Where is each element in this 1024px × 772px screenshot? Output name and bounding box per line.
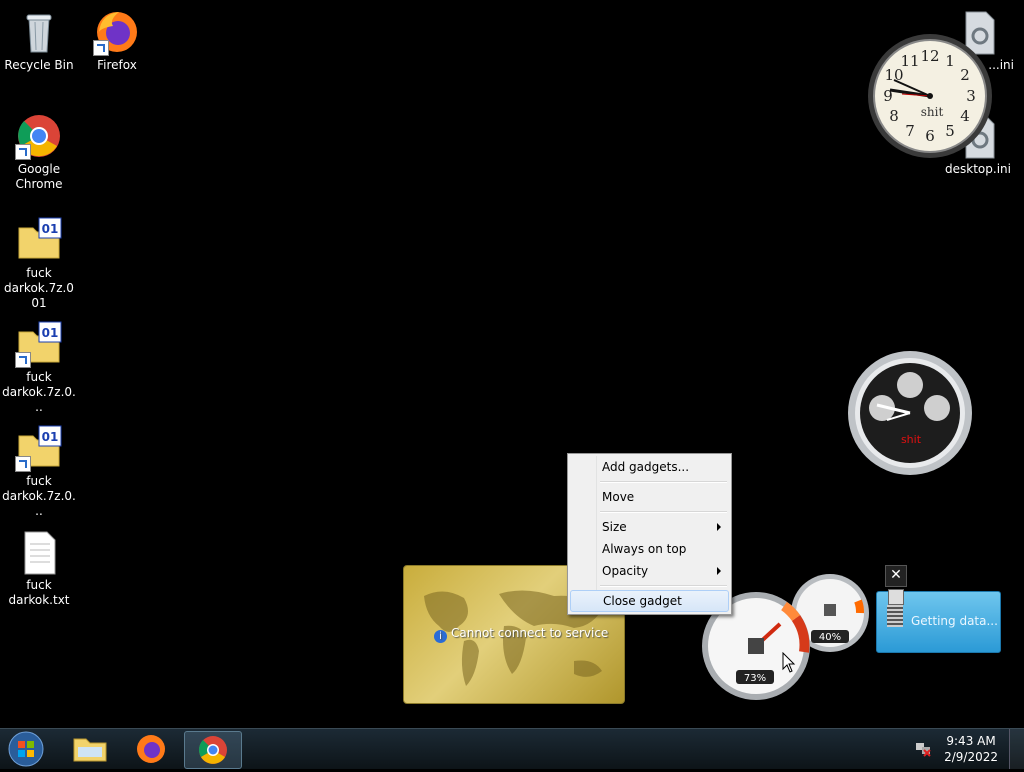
textfile-label: fuck darkok.txt	[8, 578, 70, 607]
desktop-icon-textfile[interactable]: fuck darkok.txt	[1, 528, 77, 608]
recycle-bin-label: Recycle Bin	[4, 58, 74, 72]
svg-text:01: 01	[42, 222, 59, 236]
desktop-icon-archive-3[interactable]: 01 fuck darkok.7z.0...	[1, 424, 77, 519]
menu-separator	[600, 585, 727, 587]
desktop-icon-firefox[interactable]: Firefox	[79, 8, 155, 73]
clock-num-8: 8	[889, 107, 899, 125]
feed-status: Getting data...	[911, 614, 998, 628]
desktop-icon-recycle-bin[interactable]: Recycle Bin	[1, 8, 77, 73]
archive-2-label: fuck darkok.7z.0...	[2, 370, 76, 414]
chrome-icon	[199, 736, 227, 764]
clock-num-1: 1	[945, 52, 955, 70]
svg-text:01: 01	[42, 430, 59, 444]
menu-item-close-gadget[interactable]: Close gadget	[570, 590, 729, 612]
firefox-icon	[137, 735, 165, 763]
weather-status: i Cannot connect to service	[434, 626, 608, 643]
ini-bottom-label: desktop.ini	[945, 162, 1011, 176]
clock-num-7: 7	[905, 122, 915, 140]
chronograph-label: shit	[901, 433, 922, 446]
taskbar-firefox-button[interactable]	[123, 731, 179, 767]
firefox-icon	[93, 8, 141, 56]
clock-gadget[interactable]: 12 1 2 3 4 5 6 7 8 9 10 11 shit	[866, 32, 994, 160]
clock-num-2: 2	[960, 66, 970, 84]
clock-time: 9:43 AM	[946, 734, 996, 748]
shortcut-arrow-icon	[15, 456, 31, 472]
gadget-close-button[interactable]: ✕	[885, 565, 907, 587]
folder-icon	[73, 738, 107, 762]
desktop-icon-archive-1[interactable]: 01 fuck darkok.7z.001	[1, 216, 77, 311]
taskbar-clock[interactable]: 9:43 AM 2/9/2022	[944, 733, 998, 765]
shortcut-arrow-icon	[15, 352, 31, 368]
menu-separator	[600, 511, 727, 513]
menu-item-size[interactable]: Size	[570, 516, 729, 538]
firefox-label: Firefox	[97, 58, 137, 72]
gadget-drag-handle[interactable]	[887, 605, 903, 627]
clock-label: shit	[921, 105, 944, 119]
submenu-arrow-icon	[717, 567, 721, 575]
archive-file-icon: 01	[15, 216, 63, 264]
clock-num-11: 11	[900, 52, 919, 70]
svg-text:01: 01	[42, 326, 59, 340]
menu-item-always-on-top[interactable]: Always on top	[570, 538, 729, 560]
archive-1-label: fuck darkok.7z.001	[4, 266, 74, 310]
text-file-icon	[15, 528, 63, 576]
mouse-cursor-icon	[782, 652, 796, 673]
clock-date: 2/9/2022	[944, 750, 998, 764]
info-icon: i	[434, 630, 447, 643]
gadget-options-icon[interactable]	[888, 589, 904, 605]
analog-clock-face: 12 1 2 3 4 5 6 7 8 9 10 11 shit	[868, 34, 992, 158]
show-desktop-button[interactable]	[1009, 729, 1024, 769]
archive-file-icon: 01	[15, 320, 63, 368]
desktop-icon-chrome[interactable]: Google Chrome	[1, 112, 77, 192]
chronograph-gadget[interactable]: shit	[847, 350, 973, 476]
desktop-icon-archive-2[interactable]: 01 fuck darkok.7z.0...	[1, 320, 77, 415]
submenu-arrow-icon	[717, 523, 721, 531]
windows-logo-icon	[8, 731, 44, 767]
chrome-icon	[15, 112, 63, 160]
weather-status-text: Cannot connect to service	[451, 626, 609, 640]
cpu-percent: 73%	[744, 673, 766, 684]
clock-num-4: 4	[960, 107, 970, 125]
clock-num-3: 3	[966, 87, 976, 105]
memory-percent: 40%	[819, 632, 841, 643]
taskbar: 9:43 AM 2/9/2022	[0, 728, 1024, 769]
menu-item-move[interactable]: Move	[570, 486, 729, 508]
chronograph-face: shit	[848, 351, 972, 475]
shortcut-arrow-icon	[93, 40, 109, 56]
chrome-label: Google Chrome	[15, 162, 63, 191]
start-button[interactable]	[6, 731, 46, 767]
taskbar-chrome-button[interactable]	[184, 731, 242, 769]
shortcut-arrow-icon	[15, 144, 31, 160]
clock-num-12: 12	[920, 47, 939, 65]
recycle-bin-icon	[15, 8, 63, 56]
menu-item-add-gadgets[interactable]: Add gadgets...	[570, 456, 729, 478]
menu-separator	[600, 481, 727, 483]
clock-num-5: 5	[945, 122, 955, 140]
archive-3-label: fuck darkok.7z.0...	[2, 474, 76, 518]
archive-file-icon: 01	[15, 424, 63, 472]
network-status-icon[interactable]	[914, 741, 932, 757]
gadget-context-menu: Add gadgets... Move Size Always on top O…	[567, 453, 732, 615]
clock-num-6: 6	[925, 127, 935, 145]
taskbar-explorer-button[interactable]	[62, 731, 118, 767]
menu-item-opacity[interactable]: Opacity	[570, 560, 729, 582]
